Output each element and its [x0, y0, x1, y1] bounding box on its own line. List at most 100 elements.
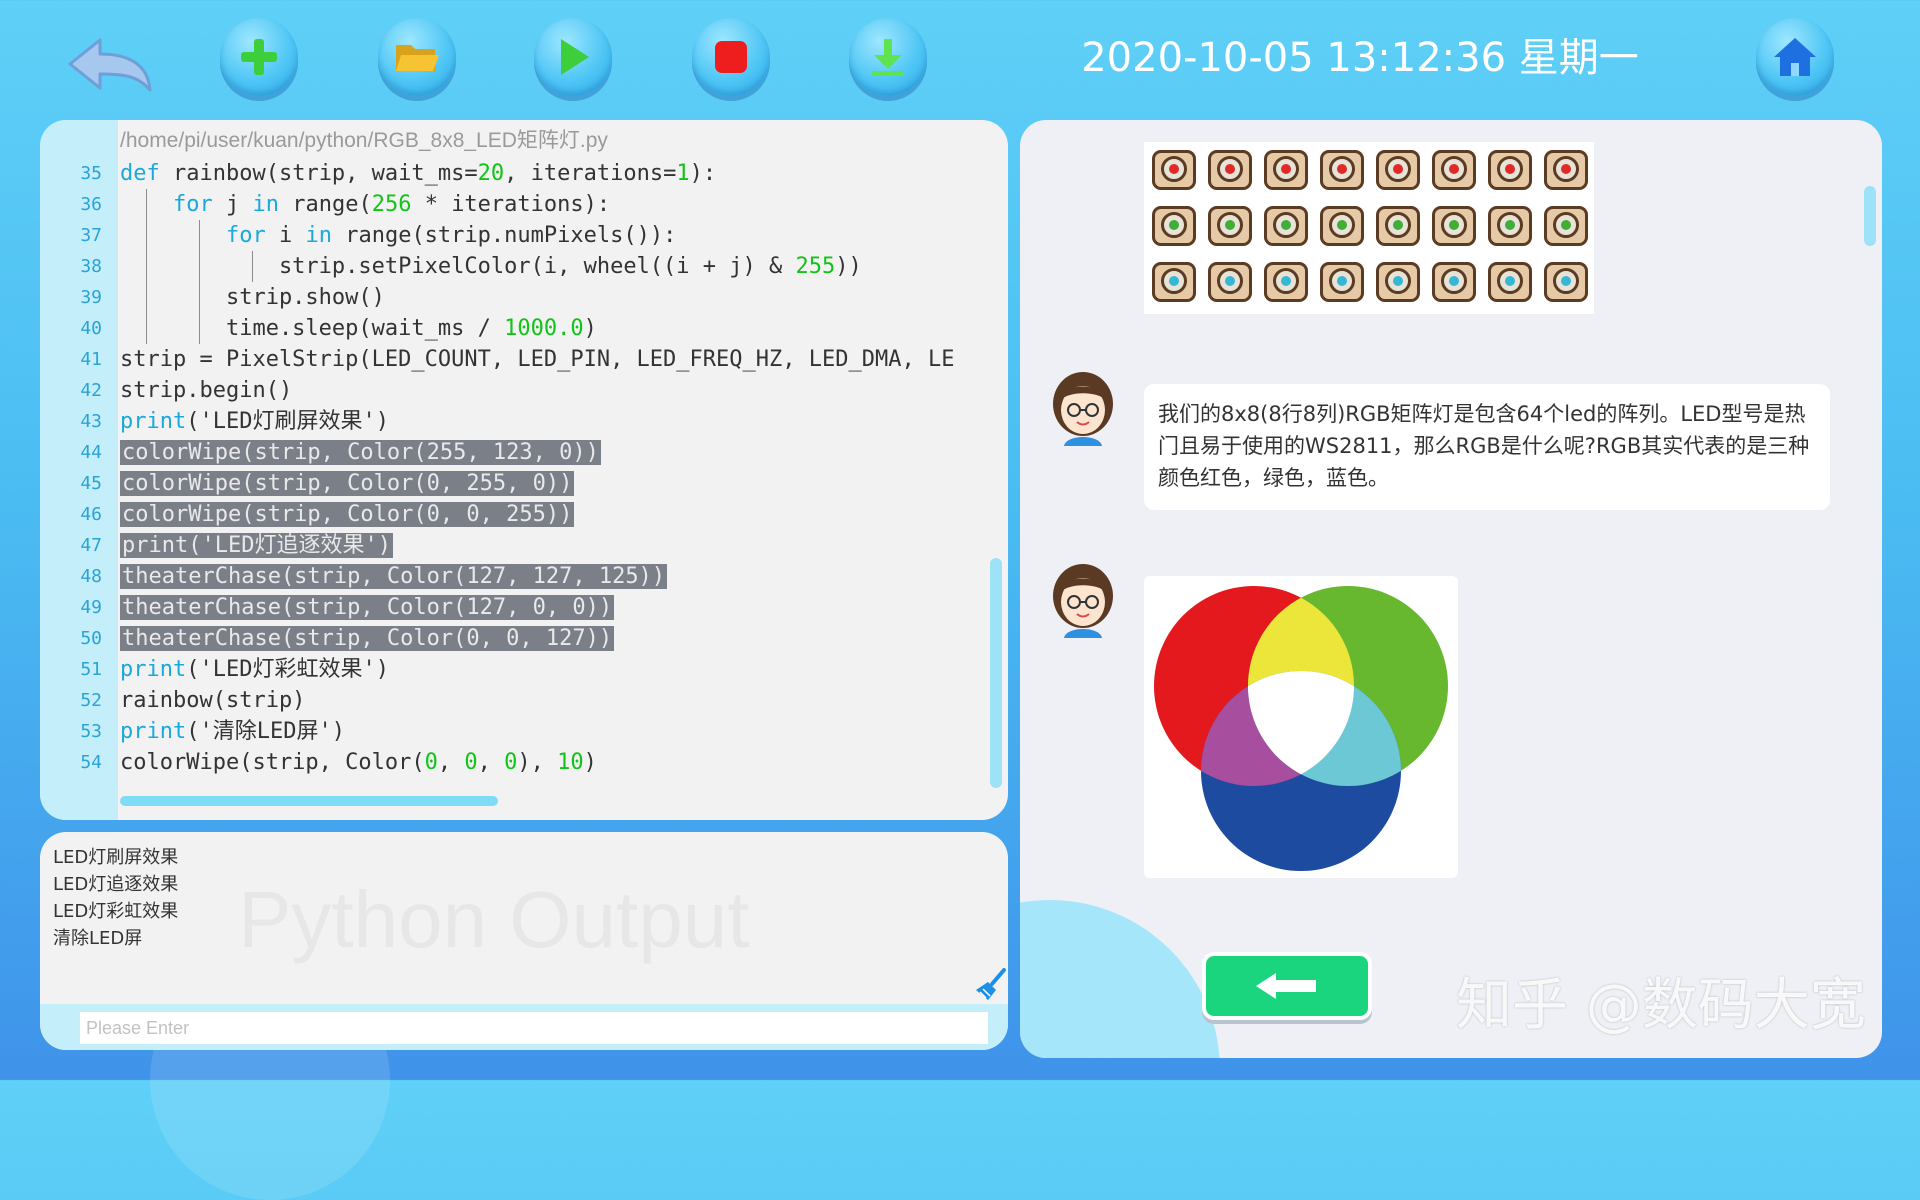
indent-guide [146, 282, 147, 313]
code-line: 44 colorWipe(strip, Color(255, 123, 0)) [40, 437, 1008, 468]
code-line: 51 print('LED灯彩虹效果') [40, 654, 1008, 685]
led-module [1376, 262, 1420, 302]
code-text: strip.show() [120, 285, 385, 310]
back-arrow-button[interactable] [66, 34, 156, 102]
led-module [1544, 262, 1588, 302]
line-number: 41 [80, 349, 102, 370]
broom-icon [976, 968, 1006, 1000]
output-lines: LED灯刷屏效果 LED灯追逐效果 LED灯彩虹效果 清除LED屏 [53, 844, 178, 952]
download-button[interactable] [849, 18, 927, 96]
code-editor[interactable]: /home/pi/user/kuan/python/RGB_8x8_LED矩阵灯… [40, 120, 1008, 820]
play-icon [561, 39, 589, 75]
led-module [1432, 262, 1476, 302]
output-line: LED灯刷屏效果 [53, 847, 179, 868]
line-number: 46 [80, 504, 102, 525]
site-watermark: 知乎 @数码大宽 [1456, 973, 1866, 1038]
code-text: print('LED灯彩虹效果') [120, 657, 389, 682]
indent-guide [199, 220, 201, 251]
console-input[interactable] [80, 1012, 988, 1044]
home-button[interactable] [1756, 18, 1834, 96]
line-number: 44 [80, 442, 102, 463]
code-text: for i in range(strip.numPixels()): [225, 223, 677, 248]
code-text: def rainbow(strip, wait_ms=20, iteration… [120, 161, 717, 186]
led-module [1320, 206, 1364, 246]
code-line: 45 colorWipe(strip, Color(0, 255, 0)) [40, 468, 1008, 499]
led-module [1208, 262, 1252, 302]
stop-icon [715, 41, 747, 73]
line-number: 37 [80, 225, 102, 246]
led-module [1488, 150, 1532, 190]
indent-guide [199, 251, 201, 282]
file-path: /home/pi/user/kuan/python/RGB_8x8_LED矩阵灯… [120, 129, 608, 152]
output-watermark: Python Output [238, 875, 750, 964]
code-line: 42 strip.begin() [40, 375, 1008, 406]
line-number: 54 [80, 752, 102, 773]
code-line: 40 time.sleep(wait_ms / 1000.0) [40, 313, 1008, 344]
back-arrow-icon [68, 38, 152, 92]
led-module [1488, 262, 1532, 302]
code-line: 50 theaterChase(strip, Color(0, 0, 127)) [40, 623, 1008, 654]
stop-button[interactable] [692, 18, 770, 96]
background-decoration [1020, 900, 1220, 1058]
code-text: print('LED灯刷屏效果') [120, 409, 389, 434]
output-line: 清除LED屏 [53, 928, 143, 949]
led-module [1264, 150, 1308, 190]
add-button[interactable] [220, 18, 298, 96]
code-text: strip.setPixelColor(i, wheel((i + j) & 2… [120, 254, 862, 279]
rgb-venn-image [1144, 576, 1458, 878]
line-number: 40 [80, 318, 102, 339]
download-icon [872, 39, 904, 76]
line-number: 35 [80, 163, 102, 184]
code-line: 35 def rainbow(strip, wait_ms=20, iterati… [40, 158, 1008, 189]
led-module [1432, 150, 1476, 190]
plus-icon [241, 39, 277, 75]
vertical-scrollbar[interactable] [990, 558, 1002, 788]
led-module [1432, 206, 1476, 246]
teacher-avatar [1050, 562, 1116, 638]
code-line: 49 theaterChase(strip, Color(127, 0, 0)) [40, 592, 1008, 623]
run-button[interactable] [534, 18, 612, 96]
indent-guide [146, 189, 147, 220]
indent-guide [146, 251, 147, 282]
code-line: 39 strip.show() [40, 282, 1008, 313]
open-file-button[interactable] [378, 18, 456, 96]
output-line: LED灯追逐效果 [53, 874, 179, 895]
line-number: 49 [80, 597, 102, 618]
code-line: 46 colorWipe(strip, Color(0, 0, 255)) [40, 499, 1008, 530]
panel-scrollbar[interactable] [1864, 186, 1876, 246]
code-text: print('LED灯追逐效果') [120, 533, 393, 558]
clear-output-button[interactable] [974, 968, 1008, 1002]
line-number: 45 [80, 473, 102, 494]
code-text: theaterChase(strip, Color(127, 127, 125)… [120, 564, 668, 589]
indent-guide [199, 313, 201, 344]
line-number: 51 [80, 659, 102, 680]
line-number: 52 [80, 690, 102, 711]
code-lines: 35 def rainbow(strip, wait_ms=20, iterati… [40, 158, 1008, 778]
horizontal-scrollbar[interactable] [120, 796, 498, 806]
line-number: 48 [80, 566, 102, 587]
led-module [1264, 206, 1308, 246]
code-line: 43 print('LED灯刷屏效果') [40, 406, 1008, 437]
code-line: 37 for i in range(strip.numPixels()): [40, 220, 1008, 251]
code-text: strip.begin() [120, 378, 293, 403]
led-module [1152, 150, 1196, 190]
led-module [1320, 262, 1364, 302]
code-text: print('清除LED屏') [120, 719, 345, 744]
code-line: 48 theaterChase(strip, Color(127, 127, 12… [40, 561, 1008, 592]
led-module [1152, 262, 1196, 302]
code-line: 41 strip = PixelStrip(LED_COUNT, LED_PIN,… [40, 344, 1008, 375]
code-text: colorWipe(strip, Color(0, 255, 0)) [120, 471, 575, 496]
line-number: 36 [80, 194, 102, 215]
code-text: theaterChase(strip, Color(0, 0, 127)) [120, 626, 615, 651]
line-number: 42 [80, 380, 102, 401]
previous-button[interactable] [1206, 956, 1368, 1016]
code-text: colorWipe(strip, Color(0, 0, 255)) [120, 502, 575, 527]
teacher-avatar [1050, 370, 1116, 446]
folder-icon [396, 45, 439, 71]
line-number: 39 [80, 287, 102, 308]
led-grid [1152, 142, 1592, 310]
led-module [1320, 150, 1364, 190]
led-module [1544, 206, 1588, 246]
code-line: 52 rainbow(strip) [40, 685, 1008, 716]
indent-guide [146, 220, 147, 251]
